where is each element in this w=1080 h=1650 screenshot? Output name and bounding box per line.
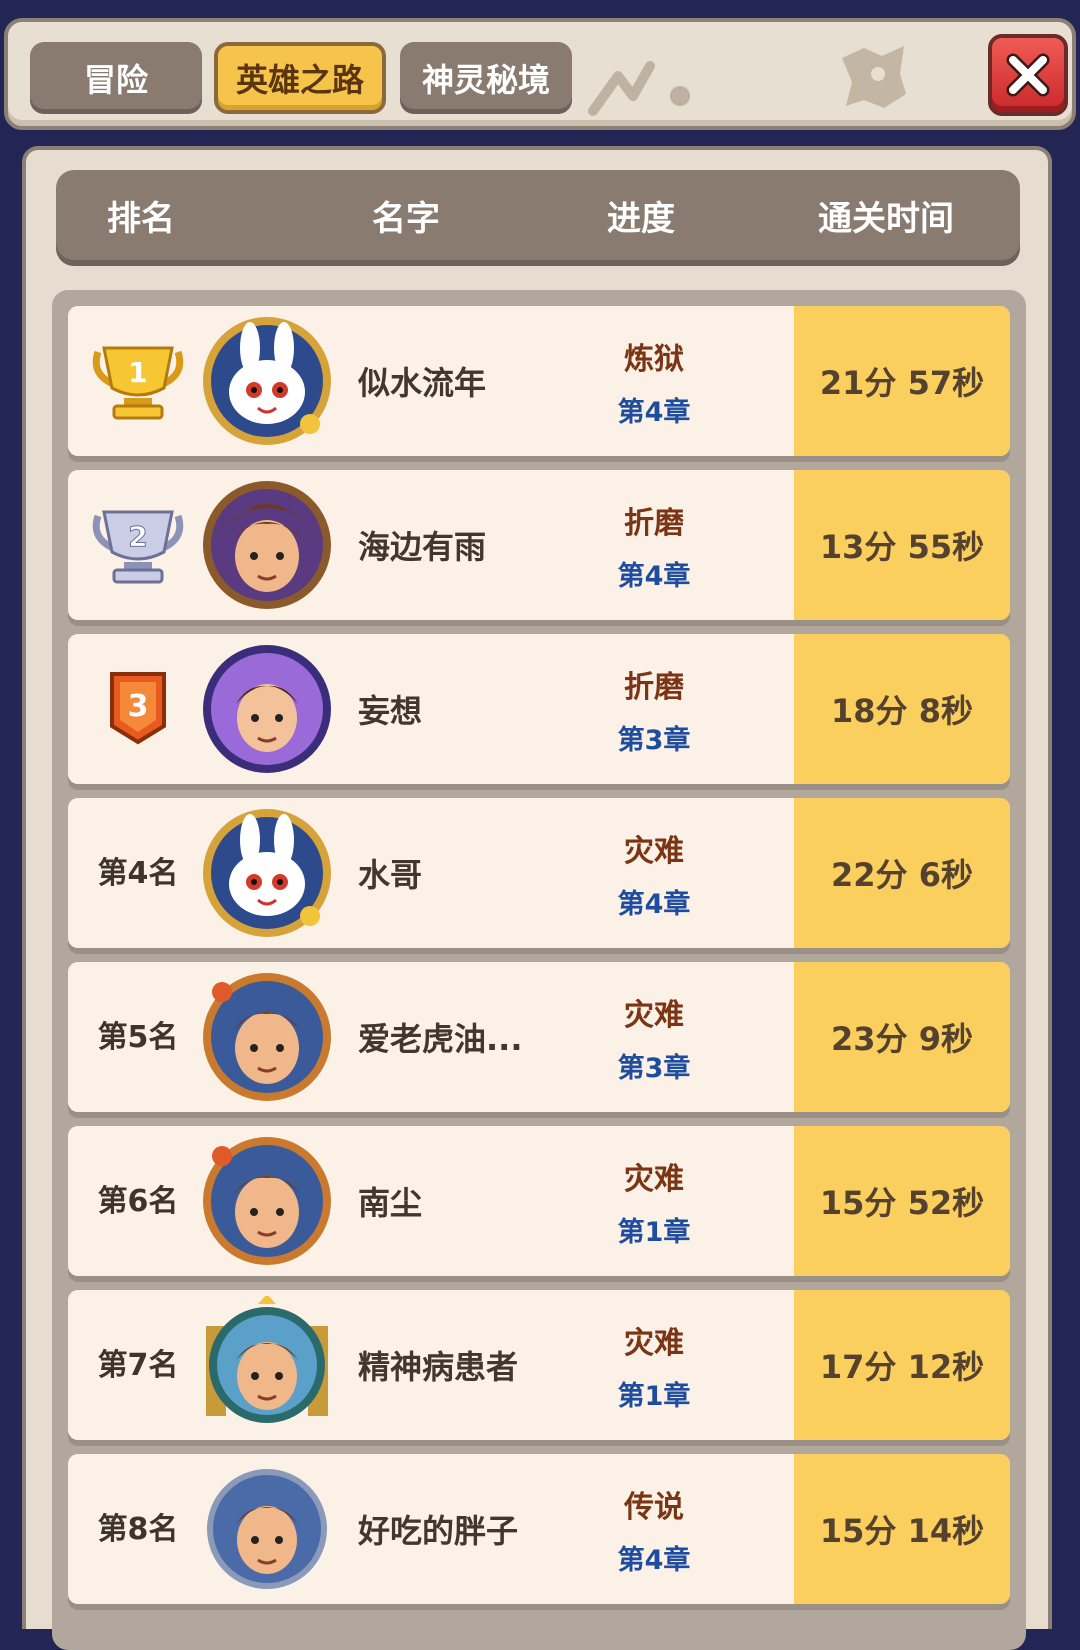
chapter-label: 第1章 (617, 1381, 691, 1412)
column-header-bar: 排名 名字 进度 通关时间 (56, 170, 1020, 266)
clear-time: 22分 6秒 (794, 798, 1010, 948)
chapter-label: 第3章 (617, 725, 691, 756)
warrior-avatar-icon (206, 1296, 328, 1423)
difficulty-label: 灾难 (624, 1326, 684, 1361)
rank-label: 第4名 (97, 856, 179, 891)
svg-text:3: 3 (128, 689, 149, 724)
leaderboard-row[interactable]: 第7名 精神病患者 灾难 第1章 17分 12秒 (68, 1290, 1010, 1440)
header-rank: 排名 (107, 198, 175, 239)
clear-time: 17分 12秒 (794, 1290, 1010, 1440)
player-name: 妄想 (358, 692, 423, 730)
rank-label: 第8名 (97, 1512, 179, 1547)
chapter-label: 第3章 (617, 1053, 691, 1084)
header-name: 名字 (372, 198, 440, 239)
clear-time: 18分 8秒 (794, 634, 1010, 784)
chapter-label: 第4章 (617, 561, 691, 592)
rank-label: 第5名 (97, 1020, 179, 1055)
difficulty-label: 炼狱 (624, 342, 684, 377)
header-progress: 进度 (607, 198, 675, 239)
player-name: 南尘 (358, 1184, 423, 1222)
crack-decoration-icon (588, 61, 690, 116)
gold-trophy-icon: 1 (92, 346, 184, 420)
chapter-label: 第4章 (617, 397, 691, 428)
clear-time: 13分 55秒 (794, 470, 1010, 620)
rank-label: 第7名 (97, 1348, 179, 1383)
leaderboard-row[interactable]: 1 似水流年 炼狱 第4章 21分 57秒 (68, 306, 1010, 456)
leaderboard-list[interactable]: 1 似水流年 炼狱 第4章 21分 57秒 2 海边有雨 折磨 第4章 13分 … (52, 290, 1026, 1650)
silver-trophy-icon: 2 (92, 510, 184, 584)
warrior-avatar-icon (203, 481, 331, 609)
leaderboard-row[interactable]: 第8名 好吃的胖子 传说 第4章 15分 14秒 (68, 1454, 1010, 1604)
player-name: 精神病患者 (358, 1348, 519, 1386)
prince-avatar-icon (203, 645, 331, 773)
tab-hero-road[interactable]: 英雄之路 (214, 42, 386, 114)
difficulty-label: 灾难 (624, 1162, 684, 1197)
player-name: 似水流年 (358, 364, 487, 402)
tab-adventure[interactable]: 冒险 (30, 42, 202, 114)
leaderboard-row[interactable]: 2 海边有雨 折磨 第4章 13分 55秒 (68, 470, 1010, 620)
leaderboard-row[interactable]: 3 妄想 折磨 第3章 18分 8秒 (68, 634, 1010, 784)
difficulty-label: 灾难 (624, 834, 684, 869)
leaderboard-panel: 排名 名字 进度 通关时间 1 似水流年 炼狱 第4章 21分 57秒 2 海边… (22, 146, 1052, 1650)
clear-time: 15分 52秒 (794, 1126, 1010, 1276)
difficulty-label: 灾难 (624, 998, 684, 1033)
warrior-avatar-icon (203, 1137, 331, 1265)
difficulty-label: 传说 (624, 1490, 684, 1525)
rabbit-avatar-icon (203, 809, 331, 937)
player-name: 海边有雨 (358, 528, 487, 566)
clear-time: 15分 14秒 (794, 1454, 1010, 1604)
rank-label: 第6名 (97, 1184, 179, 1219)
chapter-label: 第1章 (617, 1217, 691, 1248)
chapter-label: 第4章 (617, 889, 691, 920)
tab-divine-realm[interactable]: 神灵秘境 (400, 42, 572, 114)
bronze-badge-icon: 3 (110, 672, 166, 745)
leaderboard-row[interactable]: 第4名 水哥 灾难 第4章 22分 6秒 (68, 798, 1010, 948)
header-clear-time: 通关时间 (818, 198, 954, 239)
top-tab-bar: 冒险 英雄之路 神灵秘境 (4, 18, 1076, 130)
player-name: 好吃的胖子 (358, 1512, 519, 1550)
player-name: 水哥 (358, 856, 423, 894)
clear-time: 21分 57秒 (794, 306, 1010, 456)
leaderboard-row[interactable]: 第5名 爱老虎油... 灾难 第3章 23分 9秒 (68, 962, 1010, 1112)
leaderboard-row[interactable]: 第6名 南尘 灾难 第1章 15分 52秒 (68, 1126, 1010, 1276)
difficulty-label: 折磨 (624, 506, 684, 541)
clear-time: 23分 9秒 (794, 962, 1010, 1112)
rabbit-avatar-icon (203, 317, 331, 445)
warrior-avatar-icon (207, 1469, 327, 1589)
chapter-label: 第4章 (617, 1545, 691, 1576)
warrior-avatar-icon (203, 973, 331, 1101)
difficulty-label: 折磨 (624, 670, 684, 705)
player-name: 爱老虎油... (358, 1020, 523, 1058)
beast-emblem-icon (842, 46, 906, 108)
svg-text:1: 1 (128, 356, 147, 389)
close-icon (1006, 53, 1050, 97)
svg-text:2: 2 (128, 520, 147, 553)
close-button[interactable] (988, 34, 1068, 116)
